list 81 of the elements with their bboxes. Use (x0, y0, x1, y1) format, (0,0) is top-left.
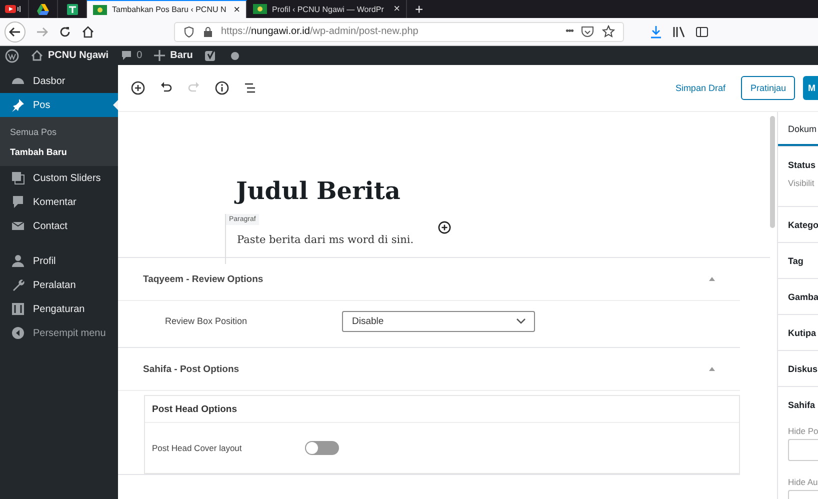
menu-item[interactable]: Contact (0, 214, 118, 238)
pin-icon (11, 98, 25, 112)
submenu-item[interactable]: Semua Pos (0, 117, 118, 143)
wrench-icon (11, 278, 25, 292)
star-icon[interactable] (602, 25, 615, 38)
slides-icon (11, 171, 25, 185)
panel-title[interactable]: Tag (788, 256, 818, 266)
pocket-icon[interactable] (581, 26, 594, 38)
lock-icon (203, 26, 213, 38)
comments-link[interactable]: 0 (120, 50, 142, 61)
info-icon[interactable] (215, 81, 229, 95)
tab-title: Profil ‹ PCNU Ngawi — WordPr (272, 4, 385, 14)
add-block-icon[interactable] (131, 81, 145, 95)
status-dot (230, 52, 239, 60)
close-icon[interactable]: × (234, 4, 240, 16)
tab-title: Tambahkan Pos Baru ‹ PCNU N (112, 5, 228, 14)
meta-box-title: Sahifa - Post Options (143, 364, 240, 374)
outline-icon[interactable] (243, 81, 257, 95)
panel-title[interactable]: Kutipa (788, 328, 818, 338)
add-block-icon[interactable] (438, 221, 451, 234)
user-icon (11, 254, 25, 268)
menu-item[interactable]: Persempit menu (0, 321, 118, 345)
menu-item[interactable]: Komentar (0, 190, 118, 214)
flag-icon (253, 4, 267, 14)
collapse-icon (11, 326, 25, 340)
back-icon[interactable] (4, 20, 26, 42)
new-tab-button[interactable]: + (407, 0, 432, 18)
video-icon (5, 4, 23, 14)
menu-item[interactable]: Custom Sliders (0, 166, 118, 190)
meta-box-title: Taqyeem - Review Options (143, 274, 264, 284)
menu-item[interactable]: Pengaturan (0, 297, 118, 321)
home-icon[interactable] (81, 24, 95, 38)
url-text: https://nungawi.or.id/wp-admin/post-new.php (221, 26, 420, 37)
address-bar[interactable]: https://nungawi.or.id/wp-admin/post-new.php ••• (174, 22, 624, 42)
triangle-icon (37, 4, 49, 14)
group-title: Post Head Options (145, 396, 739, 423)
comment-icon (11, 195, 25, 209)
preview-button[interactable]: Pratinjau (741, 76, 795, 100)
toggle-switch[interactable] (305, 441, 339, 455)
site-link[interactable]: PCNU Ngawi (31, 50, 109, 61)
mail-icon (11, 219, 25, 233)
field-label: Hide Po (788, 426, 818, 436)
wordpress-logo[interactable] (5, 48, 19, 62)
paragraph-text[interactable]: Paste berita dari ms word di sini. (237, 234, 414, 246)
sidebar-tab[interactable]: Dokum (778, 112, 818, 147)
scrollbar-thumb[interactable] (770, 116, 775, 228)
home-icon (31, 50, 43, 61)
menu-item[interactable]: Dasbor (0, 69, 118, 93)
collapse-arrow-icon[interactable] (708, 366, 716, 372)
select-field[interactable]: Disable (342, 310, 535, 332)
field-label: Post Head Cover layout (152, 443, 243, 453)
menu-item[interactable]: Peralatan (0, 273, 118, 297)
submenu-item[interactable]: Tambah Baru (0, 143, 118, 166)
sheet-icon (66, 4, 78, 14)
field-label: Hide Au (788, 477, 818, 487)
menu-item[interactable]: Pos (0, 93, 118, 117)
panel-title[interactable]: Diskus (788, 364, 818, 374)
collapse-arrow-icon[interactable] (708, 276, 716, 282)
close-icon[interactable]: × (394, 3, 400, 15)
chevron-icon (516, 318, 526, 324)
panel-row-text: Visibilit (788, 178, 816, 190)
comment-icon (120, 50, 132, 61)
library-icon[interactable] (672, 24, 686, 38)
more-icon[interactable]: ••• (565, 26, 573, 37)
menu-item[interactable]: Profil (0, 249, 118, 273)
new-link[interactable]: Baru (154, 50, 193, 61)
panel-title[interactable]: Katego (788, 220, 818, 230)
download-icon[interactable] (649, 24, 663, 38)
publish-button[interactable]: M (803, 76, 818, 100)
panel-title[interactable]: Status (788, 160, 818, 170)
post-title[interactable]: Judul Berita (236, 176, 770, 206)
flag-icon (93, 4, 107, 14)
sliders-icon (11, 302, 25, 316)
sidebar-icon[interactable] (695, 24, 709, 38)
save-draft-button[interactable]: Simpan Draf (675, 83, 726, 93)
panel-title[interactable]: Sahifa (788, 400, 818, 410)
browser-tab[interactable]: Tambahkan Pos Baru ‹ PCNU N × (87, 0, 247, 18)
field-label: Review Box Position (165, 316, 248, 326)
plus-icon (154, 50, 166, 61)
shield-icon (183, 26, 195, 38)
reload-icon[interactable] (58, 24, 72, 38)
